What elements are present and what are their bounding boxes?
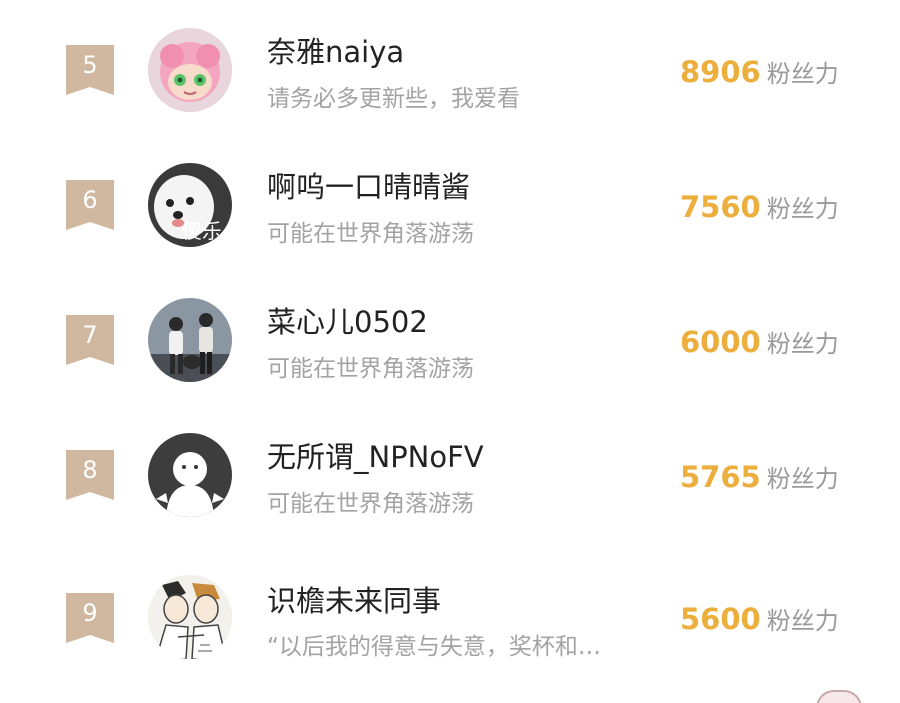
user-signature: “以后我的得意与失意，奖杯和… bbox=[267, 634, 601, 660]
user-name[interactable]: 菜心儿0502 bbox=[267, 305, 428, 339]
user-signature: 请务必多更新些，我爱看 bbox=[267, 86, 520, 112]
ranking-row[interactable]: 5 奈雅naiya 请务必多更新些，我爱看 8906 粉丝力 bbox=[0, 0, 900, 135]
manga-characters-avatar-icon[interactable] bbox=[148, 575, 232, 659]
ranking-row[interactable]: 7 菜心儿0502 可能在世界角落游荡 6000 粉丝力 bbox=[0, 270, 900, 405]
fan-ranking-list: 5 奈雅naiya 请务必多更新些，我爱看 8906 粉丝力 6 傻乐 啊呜一口… bbox=[0, 0, 900, 703]
fans-power-label: 粉丝力 bbox=[766, 607, 839, 635]
fans-power-label: 粉丝力 bbox=[766, 195, 839, 223]
fans-power-label: 粉丝力 bbox=[766, 465, 839, 493]
floating-mascot-icon[interactable] bbox=[816, 690, 862, 703]
white-dog-avatar-icon[interactable]: 傻乐 bbox=[148, 163, 232, 247]
default-ghost-avatar-icon[interactable] bbox=[148, 433, 232, 517]
rank-number: 7 bbox=[82, 321, 98, 349]
pink-hair-anime-avatar-icon[interactable] bbox=[148, 28, 232, 112]
rank-number: 6 bbox=[82, 186, 98, 214]
fans-power: 7560 粉丝力 bbox=[680, 190, 839, 226]
fans-power-value: 5600 bbox=[680, 602, 761, 636]
rank-badge: 6 bbox=[66, 180, 114, 230]
fans-power: 8906 粉丝力 bbox=[680, 55, 839, 91]
fans-power: 5600 粉丝力 bbox=[680, 602, 839, 638]
user-name[interactable]: 啊呜一口晴晴酱 bbox=[267, 170, 470, 204]
fans-power-label: 粉丝力 bbox=[766, 330, 839, 358]
fans-power-value: 7560 bbox=[680, 190, 761, 224]
rank-number: 5 bbox=[82, 51, 98, 79]
fans-power-value: 8906 bbox=[680, 55, 761, 89]
avatar-caption: 傻乐 bbox=[182, 219, 222, 243]
rank-badge: 8 bbox=[66, 450, 114, 500]
user-name[interactable]: 识檐未来同事 bbox=[267, 584, 441, 618]
ranking-row[interactable]: 6 傻乐 啊呜一口晴晴酱 可能在世界角落游荡 7560 粉丝力 bbox=[0, 135, 900, 270]
fans-power-value: 6000 bbox=[680, 325, 761, 359]
user-signature: 可能在世界角落游荡 bbox=[267, 221, 474, 247]
user-signature: 可能在世界角落游荡 bbox=[267, 491, 474, 517]
two-people-photo-avatar-icon[interactable] bbox=[148, 298, 232, 382]
rank-badge: 5 bbox=[66, 45, 114, 95]
user-name[interactable]: 无所谓_NPNoFV bbox=[267, 440, 484, 474]
user-name[interactable]: 奈雅naiya bbox=[267, 35, 404, 69]
ranking-row[interactable]: 8 无所谓_NPNoFV 可能在世界角落游荡 5765 粉丝力 bbox=[0, 405, 900, 540]
user-signature: 可能在世界角落游荡 bbox=[267, 356, 474, 382]
ranking-row[interactable]: 9 识檐未来同事 “以后我的得意与失意，奖杯和… 5600 粉丝力 bbox=[0, 545, 900, 680]
fans-power-label: 粉丝力 bbox=[766, 60, 839, 88]
rank-number: 8 bbox=[82, 456, 98, 484]
fans-power-value: 5765 bbox=[680, 460, 761, 494]
rank-number: 9 bbox=[82, 599, 98, 627]
fans-power: 5765 粉丝力 bbox=[680, 460, 839, 496]
rank-badge: 9 bbox=[66, 593, 114, 643]
fans-power: 6000 粉丝力 bbox=[680, 325, 839, 361]
rank-badge: 7 bbox=[66, 315, 114, 365]
